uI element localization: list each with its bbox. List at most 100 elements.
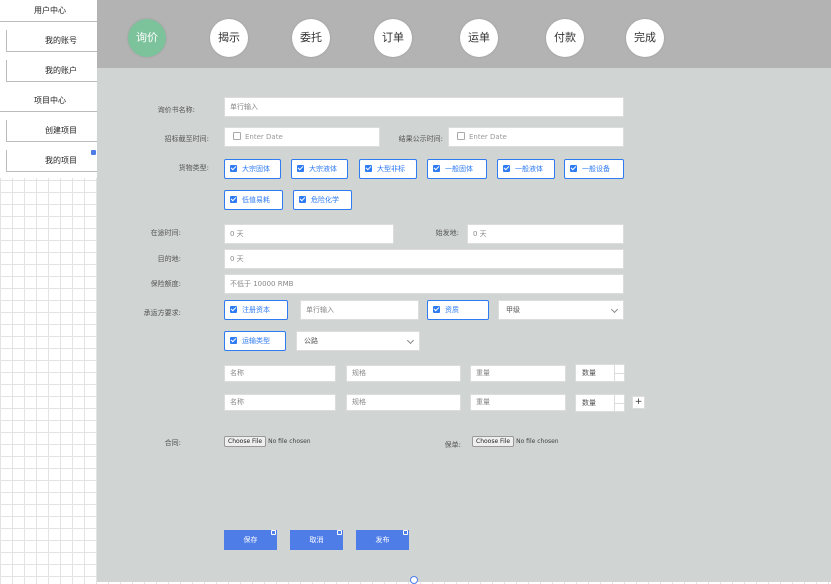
result-time-input[interactable]: Enter Date [448,127,624,147]
checkbox-label: 低值易耗 [242,196,270,204]
checkbox-checked-icon [230,337,237,344]
qualification-checkbox[interactable]: 资质 [427,300,489,320]
goods-weight-input[interactable]: 重量 [470,365,566,382]
cargo-type-checkbox[interactable]: 大型非标 [359,159,417,179]
sidebar-item-project-center[interactable]: 项目中心 [0,90,97,112]
step-inquiry[interactable]: 询价 [128,19,166,57]
corner-marker-icon [403,530,408,535]
checkbox-label: 大型非标 [377,165,405,173]
sidebar-item-user-center[interactable]: 用户中心 [0,0,97,22]
transport-type-select[interactable]: 公路 [296,331,420,351]
button-label: 保存 [243,536,258,544]
date-placeholder: Enter Date [245,133,283,141]
result-time-label: 结果公示时间: [398,135,443,143]
step-bar: 询价 揭示 委托 订单 运单 付款 完成 [97,0,831,68]
stepper-arrows-icon[interactable] [614,365,624,381]
qualification-select[interactable]: 甲级 [498,300,624,320]
checkbox-label: 大宗液体 [309,165,337,173]
choose-file-button[interactable]: Choose File [472,436,515,447]
cargo-type-checkbox[interactable]: 一般固体 [427,159,487,179]
checkbox-label: 危险化学 [311,196,339,204]
stepper-arrows-icon[interactable] [614,395,624,411]
cargo-type-checkbox[interactable]: 一般液体 [497,159,555,179]
cargo-type-checkbox[interactable]: 低值易耗 [224,190,283,210]
add-row-button[interactable]: + [632,396,645,409]
transit-time-input[interactable]: 0 天 [224,224,394,244]
checkbox-label: 一般液体 [515,165,543,173]
sidebar-item-my-account[interactable]: 我的账户 [6,60,97,82]
step-entrust[interactable]: 委托 [292,19,330,57]
cargo-type-checkbox[interactable]: 大宗液体 [291,159,348,179]
step-order[interactable]: 订单 [374,19,412,57]
stepper-value: 数量 [582,399,596,407]
cargo-type-checkbox[interactable]: 一般设备 [564,159,624,179]
corner-marker-icon [337,530,342,535]
chevron-down-icon [406,336,415,345]
checkbox-checked-icon [230,165,237,172]
origin-input[interactable]: 0 天 [467,224,624,244]
checkbox-label: 一般固体 [445,165,473,173]
main-panel: 询价 揭示 委托 订单 运单 付款 完成 询价书名称: 单行输入 招标截至时间:… [97,0,831,582]
sidebar-item-my-account-no[interactable]: 我的账号 [6,30,97,52]
checkbox-checked-icon [503,165,510,172]
transport-type-checkbox[interactable]: 运输类型 [224,331,286,351]
goods-qty-stepper[interactable]: 数量 [575,394,625,412]
save-button[interactable]: 保存 [224,530,277,550]
insurance-input[interactable]: 不低于 10000 RMB [224,274,624,294]
transit-time-label: 在途时间: [150,229,181,237]
choose-file-button[interactable]: Choose File [224,436,267,447]
destination-label: 目的地: [157,255,181,263]
chevron-down-icon [610,305,619,314]
checkbox-label: 一般设备 [582,165,610,173]
cargo-type-checkbox[interactable]: 大宗固体 [224,159,281,179]
step-reveal[interactable]: 揭示 [210,19,248,57]
goods-spec-input[interactable]: 规格 [346,394,461,411]
step-waybill[interactable]: 运单 [460,19,498,57]
policy-file-input[interactable]: Choose File No file chosen [472,436,559,447]
origin-label: 始发地: [435,229,459,237]
goods-name-input[interactable]: 名称 [224,365,336,382]
checkbox-label: 注册资本 [242,306,270,314]
checkbox-checked-icon [230,196,237,203]
destination-input[interactable]: 0 天 [224,249,624,269]
file-status: No file chosen [516,438,559,445]
cancel-button[interactable]: 取消 [290,530,343,550]
resize-handle-icon[interactable] [410,576,418,584]
registered-capital-input[interactable]: 单行输入 [300,300,419,320]
cargo-type-checkbox[interactable]: 危险化学 [293,190,352,210]
checkbox-checked-icon [297,165,304,172]
inquiry-name-label: 询价书名称: [157,106,195,114]
contract-file-input[interactable]: Choose File No file chosen [224,436,311,447]
goods-name-input[interactable]: 名称 [224,394,336,411]
goods-spec-input[interactable]: 规格 [346,365,461,382]
goods-weight-input[interactable]: 重量 [470,394,566,411]
button-label: 取消 [309,536,324,544]
sidebar: 用户中心 我的账号 我的账户 项目中心 创建项目 我的项目 [0,0,98,178]
checkbox-checked-icon [570,165,577,172]
checkbox-checked-icon [433,306,440,313]
checkbox-label: 运输类型 [242,337,270,345]
sidebar-item-label: 我的项目 [45,156,77,165]
sidebar-item-my-projects[interactable]: 我的项目 [6,150,97,172]
carrier-req-label: 承运方要求: [143,309,181,317]
goods-qty-stepper[interactable]: 数量 [575,364,625,382]
checkbox-checked-icon [230,306,237,313]
registered-capital-checkbox[interactable]: 注册资本 [224,300,288,320]
publish-button[interactable]: 发布 [356,530,409,550]
sidebar-item-create-project[interactable]: 创建项目 [6,120,97,142]
contract-label: 合同: [164,439,181,447]
file-status: No file chosen [268,438,311,445]
bid-deadline-input[interactable]: Enter Date [224,127,380,147]
policy-label: 保单: [444,441,461,449]
checkbox-label: 资质 [445,306,459,314]
select-value: 甲级 [506,306,520,314]
calendar-icon [233,132,241,140]
cargo-type-label: 货物类型: [178,164,209,172]
corner-marker-icon [91,150,96,155]
calendar-icon [457,132,465,140]
step-payment[interactable]: 付款 [546,19,584,57]
checkbox-checked-icon [433,165,440,172]
checkbox-label: 大宗固体 [242,165,270,173]
inquiry-name-input[interactable]: 单行输入 [224,97,624,117]
step-complete[interactable]: 完成 [626,19,664,57]
